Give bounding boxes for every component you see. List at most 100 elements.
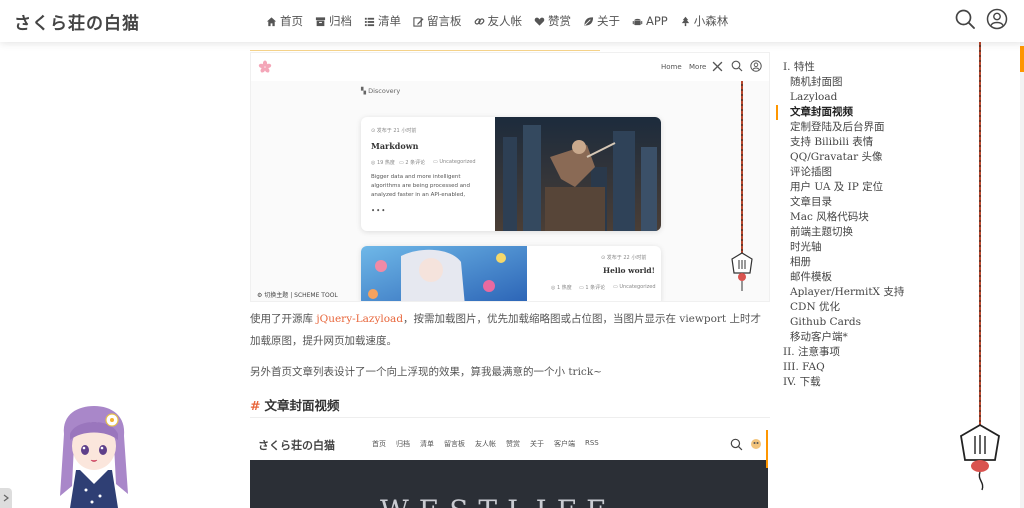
sakura-icon [258,60,272,73]
search-icon [731,60,743,72]
scroll-thumb[interactable] [1020,46,1024,72]
post-excerpt: Bigger data and more intelligent algorit… [371,174,471,198]
screenshot-nav-more: More [689,63,707,71]
toc-item[interactable]: 相册 [783,255,904,270]
nav-item-label: 留言板 [427,14,462,28]
toc-item[interactable]: 移动客户端* [783,330,904,345]
nav-item-4[interactable]: 友人帐 [474,13,522,29]
side-toggle-tab[interactable] [0,488,12,508]
cat-scroll-icon [731,252,753,291]
more-dots: ••• [371,207,387,215]
post-cover-image [361,246,527,301]
toc-item[interactable]: 文章目录 [783,195,904,210]
link-icon [474,16,485,27]
screenshot-nav: 首页 归档 清单 留言板 友人帐 赞赏 关于 客户端 RSS [372,439,599,449]
section-heading-video: # 文章封面视频 [250,398,340,413]
toc-item[interactable]: 时光轴 [783,240,904,255]
post-category: ▭ Uncategorized [433,159,476,165]
screenshot-header: Home More [251,53,769,81]
heart-icon [534,16,545,27]
screenshot-nav-item: 客户端 [554,440,575,448]
screenshot-nav-item: RSS [585,439,599,447]
toc-item[interactable]: Github Cards [783,315,904,330]
search-icon [730,438,743,451]
accent-bar [766,430,768,468]
toc-item[interactable]: 定制登陆及后台界面 [783,120,904,135]
heading-underline [250,50,600,51]
article-paragraph-lazyload: 使用了开源库 jQuery-Lazyload，按需加载图片，优先加载缩略图或占位… [250,313,761,347]
post-comments: ▭ 2 条评论 [399,160,426,166]
video-cover-screenshot: さくら荘の白猫 首页 归档 清单 留言板 友人帐 赞赏 关于 客户端 RSS WESTLIFE [250,430,768,508]
post-card-hello-world: ⊙ 发布于 22 小时前 Hello world! ◎ 1 热度 ▭ 1 条评论… [361,246,661,301]
toc-item[interactable]: IV. 下载 [783,375,904,390]
toc-item[interactable]: 邮件模板 [783,270,904,285]
article-paragraph-trick: 另外首页文章列表设计了一个向上浮现的效果，算我最满意的一个小 trick~ [250,366,602,378]
toc-item[interactable]: 评论插图 [783,165,904,180]
toc-item[interactable]: 用户 UA 及 IP 定位 [783,180,904,195]
nav-item-0[interactable]: 首页 [266,13,303,29]
screenshot-nav-item: 归档 [396,440,410,448]
home-icon [266,16,277,27]
toc-item[interactable]: 前端主题切换 [783,225,904,240]
mascot-character[interactable] [56,404,132,508]
toc-item[interactable]: I. 特性 [783,60,904,75]
nav-item-1[interactable]: 归档 [315,13,352,29]
user-icon [750,60,762,72]
banner-text: WESTLIFE [380,494,617,508]
page: さくら荘の白猫 首页归档清单留言板友人帐赞赏关于APP小森林 # Lazyloa… [0,0,1024,508]
scheme-tool-label: ⚙ 切换主题 | SCHEME TOOL [257,292,338,299]
toc-item[interactable]: 文章封面视频 [783,105,904,120]
nav-item-3[interactable]: 留言板 [413,13,462,29]
android-icon [632,16,643,27]
toc-active-marker [776,105,778,120]
jquery-lazyload-link[interactable]: jQuery-Lazyload [316,313,403,325]
screenshot-nav-item: 赞赏 [506,440,520,448]
screenshot-nav-item: 友人帐 [475,440,496,448]
toc-item[interactable]: II. 注意事项 [783,345,904,360]
nav-item-8[interactable]: 小森林 [680,13,729,29]
nav-item-2[interactable]: 清单 [364,13,401,29]
nav-item-5[interactable]: 赞赏 [534,13,571,29]
toc-item[interactable]: Aplayer/HermitX 支持 [783,285,904,300]
lazyload-screenshot: Home More ▚ Discovery ⊙ 发布于 21 小时前 Markd… [250,52,770,302]
nav-item-label: 归档 [329,14,352,28]
nav-item-label: 小森林 [693,14,729,28]
chevron-right-icon [3,494,9,502]
site-header: さくら荘の白猫 首页 归档 清单 留言板 友人帐 赞赏 关于 APP 小森林 [0,0,1024,42]
nav-item-6[interactable]: 关于 [583,13,620,29]
post-title: Hello world! [603,266,655,275]
discovery-label: ▚ Discovery [361,87,401,95]
post-cover-image [495,117,661,231]
nav-item-label: 赞赏 [548,14,571,28]
toc-item[interactable]: CDN 优化 [783,300,904,315]
heading-underline [250,417,770,418]
post-views: ◎ 19 热度 [371,160,395,166]
leaf-icon [583,16,594,27]
nav-item-label: 清单 [378,14,401,28]
screenshot-nav-item: 留言板 [444,440,465,448]
tree-icon [680,16,691,27]
nav-item-7[interactable]: APP [632,14,668,28]
video-cover-banner: WESTLIFE [250,460,768,508]
toc-item[interactable]: Lazyload [783,90,904,105]
toc-item[interactable]: 随机封面图 [783,75,904,90]
toc-item[interactable]: QQ/Gravatar 头像 [783,150,904,165]
scroll-rope [979,42,981,432]
avatar-icon [751,439,761,449]
scroll-track[interactable] [1020,42,1024,508]
cat-scroll-icon[interactable] [955,422,1005,494]
site-logo[interactable]: さくら荘の白猫 [14,9,140,34]
toc-item[interactable]: Mac 风格代码块 [783,210,904,225]
post-views: ◎ 1 热度 [551,285,572,291]
nav-item-label: 首页 [280,14,303,28]
screenshot-nav-item: 清单 [420,440,434,448]
post-date: ⊙ 发布于 21 小时前 [371,128,417,134]
screenshot-nav-home: Home [661,63,682,71]
screenshot-body: ▚ Discovery ⊙ 发布于 21 小时前 Markdown ◎ 19 热… [251,81,769,301]
post-category: ▭ Uncategorized [613,284,656,290]
search-icon[interactable] [954,8,976,30]
post-date: ⊙ 发布于 22 小时前 [601,255,647,261]
toc-item[interactable]: 支持 Bilibili 表情 [783,135,904,150]
toc-item[interactable]: III. FAQ [783,360,904,375]
user-icon[interactable] [986,8,1008,30]
